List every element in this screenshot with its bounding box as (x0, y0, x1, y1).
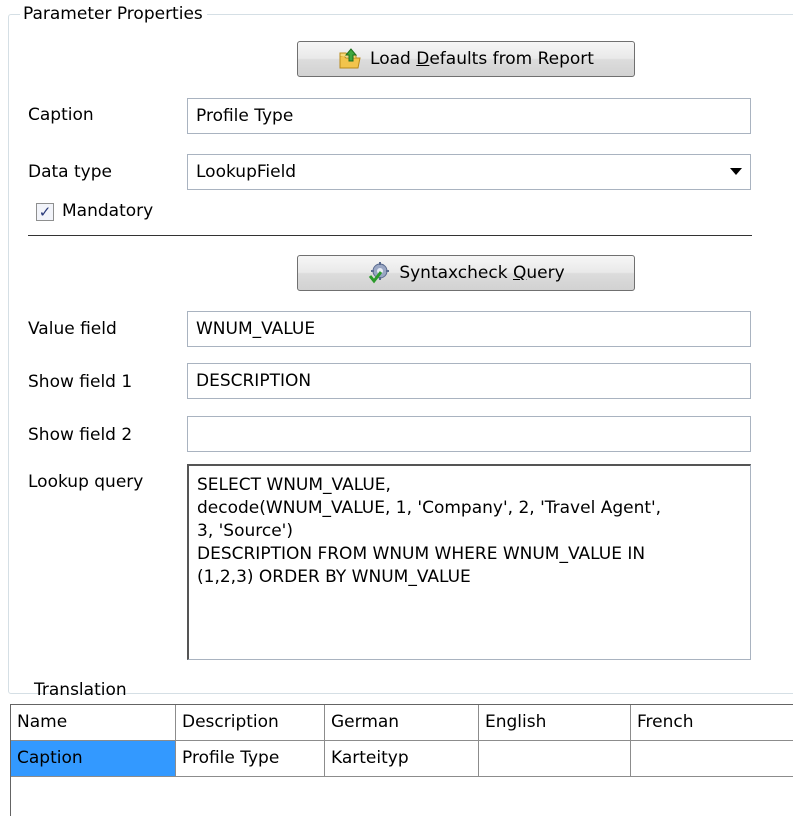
data-type-label: Data type (28, 162, 112, 182)
group-title: Parameter Properties (20, 4, 207, 24)
show-field-2-input[interactable] (187, 416, 751, 452)
column-header-description[interactable]: Description (176, 705, 325, 741)
cell-english[interactable] (479, 741, 631, 777)
grid-header-row: Name Description German English French (11, 705, 793, 741)
show-field-2-label: Show field 2 (28, 425, 133, 445)
chevron-down-icon[interactable] (730, 168, 742, 175)
folder-up-icon (338, 47, 362, 71)
show-field-1-input[interactable]: DESCRIPTION (187, 363, 751, 399)
query-line: decode(WNUM_VALUE, 1, 'Company', 2, 'Tra… (197, 498, 662, 518)
column-header-english[interactable]: English (479, 705, 631, 741)
syntaxcheck-label: Syntaxcheck Query (399, 263, 565, 283)
column-header-french[interactable]: French (631, 705, 793, 741)
cell-description[interactable]: Profile Type (176, 741, 325, 777)
table-row[interactable]: Caption Profile Type Karteityp (11, 741, 793, 777)
gear-check-icon (367, 261, 391, 285)
lookup-query-textarea[interactable]: SELECT WNUM_VALUE, decode(WNUM_VALUE, 1,… (187, 464, 751, 660)
mandatory-checkbox[interactable]: ✓ (36, 203, 54, 221)
lookup-query-label: Lookup query (28, 472, 144, 492)
translation-label: Translation (34, 680, 127, 700)
load-defaults-label: Load Defaults from Report (370, 49, 594, 69)
query-line: SELECT WNUM_VALUE, (197, 475, 391, 495)
query-line: DESCRIPTION FROM WNUM WHERE WNUM_VALUE I… (197, 544, 646, 564)
caption-field[interactable]: Profile Type (187, 98, 751, 134)
value-field-input[interactable]: WNUM_VALUE (187, 311, 751, 347)
mandatory-label: Mandatory (62, 201, 154, 221)
value-field-label: Value field (28, 319, 117, 339)
cell-name[interactable]: Caption (11, 741, 176, 777)
column-header-name[interactable]: Name (11, 705, 176, 741)
separator-line (28, 235, 752, 236)
load-defaults-button[interactable]: Load Defaults from Report (297, 41, 635, 77)
caption-label: Caption (28, 105, 94, 125)
query-line: 3, 'Source') (197, 521, 293, 541)
show-field-1-label: Show field 1 (28, 372, 133, 392)
query-line: (1,2,3) ORDER BY WNUM_VALUE (197, 567, 471, 587)
syntaxcheck-query-button[interactable]: Syntaxcheck Query (297, 255, 635, 291)
data-type-value: LookupField (196, 162, 297, 182)
data-type-select[interactable]: LookupField (187, 154, 751, 190)
translation-grid[interactable]: Name Description German English French C… (10, 704, 793, 816)
cell-french[interactable] (631, 741, 793, 777)
column-header-german[interactable]: German (325, 705, 479, 741)
cell-german[interactable]: Karteityp (325, 741, 479, 777)
